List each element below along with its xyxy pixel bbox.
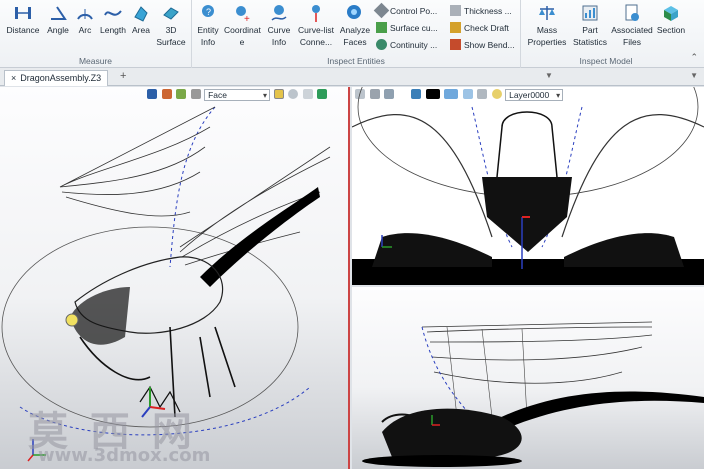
inspect-entities-group-label: Inspect Entities bbox=[327, 56, 385, 66]
curve-info-icon bbox=[271, 5, 287, 21]
area-button[interactable]: Area bbox=[130, 3, 152, 36]
viewport-side[interactable] bbox=[352, 287, 704, 469]
dragon-front-view bbox=[352, 87, 704, 285]
show-bend-icon bbox=[450, 39, 461, 50]
analyze-faces-button[interactable]: Analyze Faces bbox=[338, 3, 372, 48]
distance-button[interactable]: Distance bbox=[4, 3, 42, 36]
svg-text:?: ? bbox=[206, 7, 211, 17]
new-tab-button[interactable]: + bbox=[120, 70, 126, 82]
dragon-side-view bbox=[362, 321, 704, 467]
surface-curvature-icon bbox=[376, 22, 387, 33]
tab-label: DragonAssembly.Z3 bbox=[20, 73, 102, 83]
arc-icon bbox=[77, 9, 93, 20]
check-draft-button[interactable]: Check Draft bbox=[450, 21, 509, 36]
mass-properties-icon bbox=[539, 6, 555, 20]
angle-button[interactable]: Angle bbox=[44, 3, 72, 36]
svg-text:+: + bbox=[244, 14, 250, 23]
inspect-model-group: Mass Properties Part Statistics Associated… bbox=[521, 0, 691, 68]
measure-group-label: Measure bbox=[78, 56, 113, 66]
tab-overflow-icon[interactable]: ▼ bbox=[690, 71, 698, 80]
surface-curvature-button[interactable]: Surface cu... bbox=[376, 21, 438, 36]
associated-files-icon bbox=[625, 4, 639, 21]
collapse-ribbon-icon[interactable]: ⌃ bbox=[690, 52, 698, 63]
viewport-front[interactable]: Layer0000 bbox=[352, 87, 704, 285]
arc-button[interactable]: Arc bbox=[74, 3, 96, 36]
associated-files-button[interactable]: Associated Files bbox=[611, 3, 653, 48]
area-icon bbox=[134, 6, 148, 22]
continuity-button[interactable]: Continuity ... bbox=[376, 38, 437, 53]
check-draft-icon bbox=[450, 22, 461, 33]
angle-icon bbox=[51, 6, 67, 20]
length-button[interactable]: Length bbox=[98, 3, 128, 36]
mass-properties-button[interactable]: Mass Properties bbox=[525, 3, 569, 48]
tab-close-icon[interactable]: × bbox=[11, 73, 16, 83]
section-button[interactable]: Section bbox=[655, 3, 687, 36]
part-statistics-icon bbox=[582, 5, 598, 21]
coordinate-icon: + bbox=[236, 6, 250, 23]
watermark-url: www.3dmox.com bbox=[38, 445, 211, 466]
inspect-model-group-label: Inspect Model bbox=[579, 56, 633, 66]
3d-surface-icon bbox=[163, 7, 179, 20]
thickness-button[interactable]: Thickness ... bbox=[450, 4, 512, 19]
ribbon-toolbar: Distance Angle Arc Length Area 3D Surface… bbox=[0, 0, 704, 68]
curve-info-button[interactable]: Curve Info bbox=[264, 3, 294, 48]
control-points-button[interactable]: Control Po... bbox=[373, 2, 437, 19]
curve-list-icon bbox=[312, 5, 320, 22]
tab-dragon-assembly[interactable]: × DragonAssembly.Z3 bbox=[4, 70, 109, 86]
document-tab-bar: × DragonAssembly.Z3 + ▼ ▼ bbox=[0, 68, 704, 86]
inspect-entities-group: ? Entity Info + Coordinat e Curve Info Curv… bbox=[192, 0, 521, 68]
curve-list-button[interactable]: Curve-list Conne... bbox=[296, 3, 336, 48]
show-bend-button[interactable]: Show Bend... bbox=[450, 38, 515, 53]
3d-surface-button[interactable]: 3D Surface bbox=[154, 3, 188, 48]
coordinate-button[interactable]: + Coordinat e bbox=[224, 3, 261, 48]
control-points-icon bbox=[373, 2, 390, 19]
section-icon bbox=[664, 6, 678, 21]
thickness-icon bbox=[450, 5, 461, 16]
measure-group: Distance Angle Arc Length Area 3D Surface… bbox=[0, 0, 192, 68]
tab-menu-icon[interactable]: ▼ bbox=[545, 71, 553, 80]
distance-icon bbox=[15, 7, 31, 19]
analyze-faces-icon bbox=[347, 5, 361, 19]
part-statistics-button[interactable]: Part Statistics bbox=[571, 3, 609, 48]
length-icon bbox=[104, 10, 122, 16]
entity-info-button[interactable]: ? Entity Info bbox=[194, 3, 222, 48]
continuity-icon bbox=[376, 39, 387, 50]
entity-info-icon: ? bbox=[202, 5, 214, 17]
viewport-main[interactable]: Face 莫 西 网 www.3dmox.com bbox=[0, 87, 350, 469]
